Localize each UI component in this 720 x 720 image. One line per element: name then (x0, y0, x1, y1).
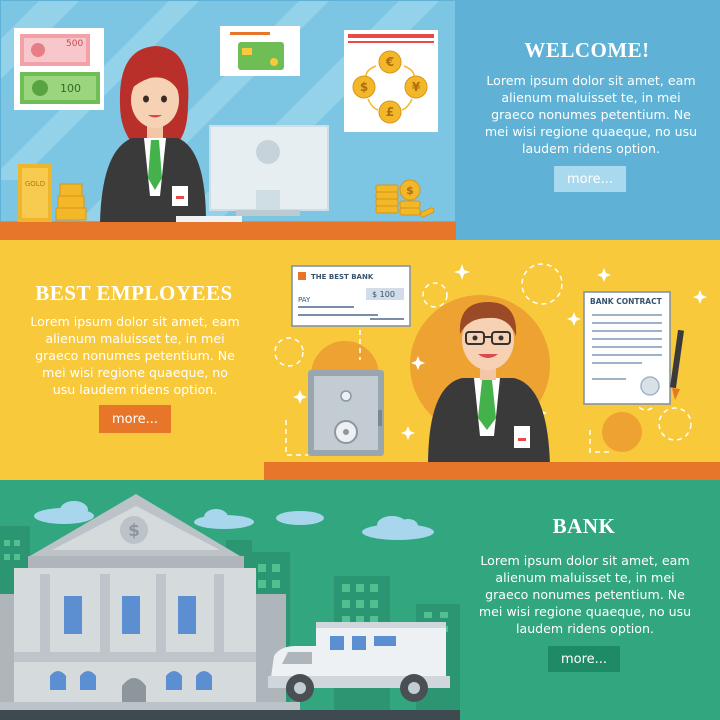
employees-banner: THE BEST BANK PAY $ 100 BANK CONTRACT BE… (0, 240, 720, 480)
welcome-banner: 500 100 € $ ¥ £ GOLD $ WELCOME! Lorem ip… (0, 0, 720, 240)
banner-description: Lorem ipsum dolor sit amet, eam alienum … (30, 314, 240, 397)
banner-title: BANK (552, 514, 616, 538)
pen-icon (669, 329, 685, 400)
contract-title: BANK CONTRACT (590, 297, 663, 306)
currency-exchange-icon: € $ ¥ £ (344, 30, 438, 132)
bank-banner: $ BANK Lorem ipsum dolor sit amet, eam a… (0, 480, 720, 720)
gold-bar-label: GOLD (25, 180, 45, 188)
banner-title: BEST EMPLOYEES (35, 281, 233, 305)
currency-symbol: € (385, 55, 394, 69)
more-button[interactable]: more... (548, 646, 620, 672)
more-button[interactable]: more... (554, 166, 626, 192)
check-bank-name: THE BEST BANK (311, 273, 374, 281)
check-pay: PAY (298, 296, 311, 304)
credit-card-icon (220, 26, 300, 76)
banknote-value: 500 (66, 39, 83, 49)
banner-description: Lorem ipsum dolor sit amet, eam alienum … (478, 553, 692, 636)
currency-symbol: ¥ (412, 80, 421, 94)
pediment-symbol: $ (128, 521, 140, 541)
contract-icon: BANK CONTRACT (583, 291, 671, 405)
more-button[interactable]: more... (99, 405, 171, 433)
banner-description: Lorem ipsum dolor sit amet, eam alienum … (484, 73, 698, 156)
banknote-value: 100 (60, 82, 81, 95)
bank-building-icon: $ (0, 494, 300, 720)
currency-symbol: $ (360, 80, 368, 94)
banknote-icon: 500 100 (14, 28, 104, 110)
safe-icon (308, 370, 384, 456)
check-icon: THE BEST BANK PAY $ 100 (291, 265, 411, 327)
check-amount: $ 100 (372, 290, 395, 299)
banner-title: WELCOME! (524, 38, 650, 62)
coin-symbol: $ (406, 184, 414, 197)
currency-symbol: £ (386, 105, 394, 119)
